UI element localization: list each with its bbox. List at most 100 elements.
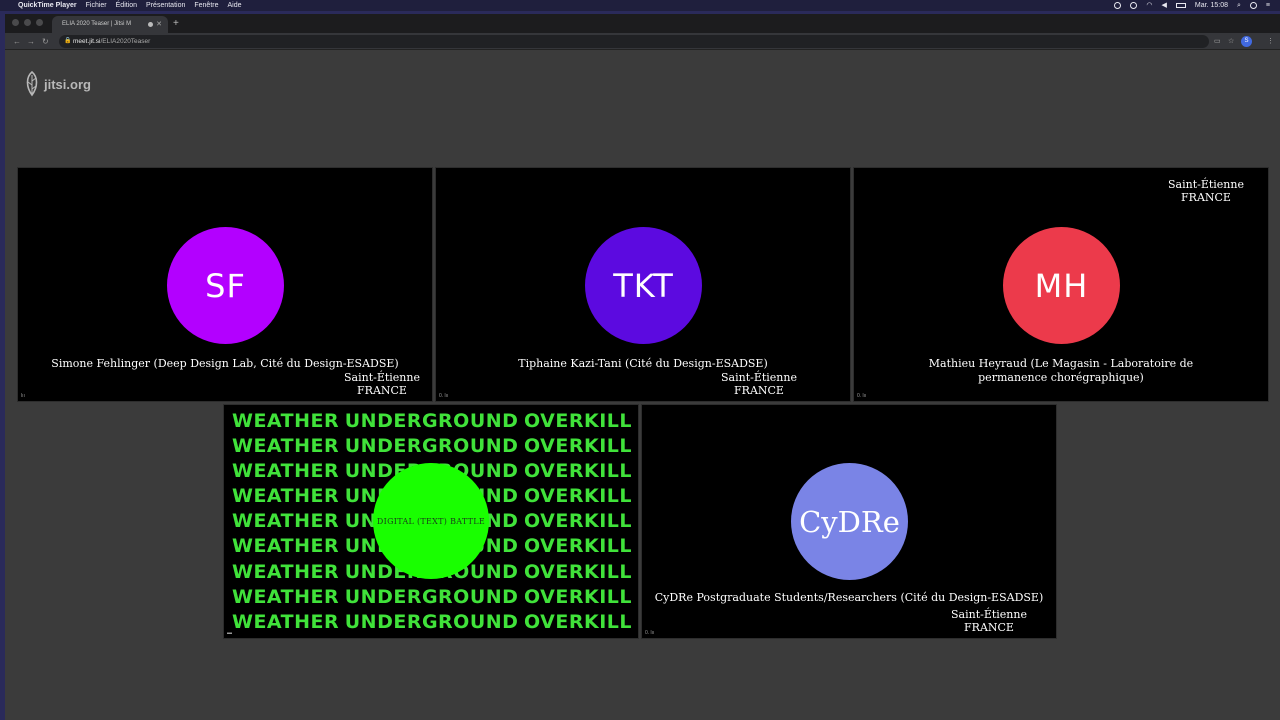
jitsi-meeting-area: jitsi.org SF Simone Fehlinger (Deep Desi…	[5, 51, 1280, 720]
reload-icon[interactable]: ↻	[42, 33, 49, 50]
overlay-label: DIGITAL (TEXT) BATTLE	[376, 516, 486, 526]
weather-word: OVERKILL	[524, 610, 632, 633]
back-icon[interactable]: ←	[13, 33, 21, 50]
battery-icon[interactable]	[1175, 3, 1186, 8]
weather-text-row: WEATHERUNDERGROUNDOVERKILL	[232, 434, 632, 459]
participant-location: Saint-Étienne FRANCE	[344, 371, 420, 397]
location-city: Saint-Étienne	[1168, 178, 1244, 191]
browser-window: ELIA 2020 Teaser | Jitsi M ✕ + ← → ↻ 🔒 m…	[5, 14, 1280, 720]
close-window-icon[interactable]	[12, 19, 19, 26]
menu-clock[interactable]: Mar. 15:08	[1195, 0, 1228, 11]
participant-name: CyDRe Postgraduate Students/Researchers …	[654, 591, 1044, 604]
weather-word: OVERKILL	[524, 410, 632, 432]
control-center-icon[interactable]: ≡	[1266, 0, 1270, 11]
menu-kebab-icon[interactable]: ⋮	[1267, 33, 1274, 50]
weather-text-row: WEATHERUNDERGROUNDOVERKILL	[232, 610, 632, 635]
recording-indicator-icon	[148, 22, 153, 27]
jitsi-logo[interactable]: jitsi.org	[23, 71, 91, 97]
jitsi-logo-text: jitsi.org	[44, 76, 91, 92]
menu-fichier[interactable]: Fichier	[86, 0, 107, 11]
shared-video-tile[interactable]: WEATHER UNDERGROUND OVERKILL WEATHER UNDERGR…	[223, 404, 639, 639]
participant-name: Mathieu Heyraud (Le Magasin - Laboratoir…	[928, 357, 1194, 384]
avatar-cydre: CyDRe	[791, 463, 908, 580]
location-country: FRANCE	[734, 384, 784, 397]
tab-close-icon[interactable]: ✕	[156, 16, 162, 33]
location-country: FRANCE	[964, 621, 1014, 634]
weather-word: UNDERGROUND	[344, 610, 519, 633]
new-tab-icon[interactable]: +	[173, 16, 179, 31]
address-bar[interactable]: 🔒 meet.jit.si/ELIA2020Teaser	[59, 35, 1209, 48]
tab-strip: ELIA 2020 Teaser | Jitsi M ✕ +	[5, 14, 1280, 33]
weather-word: WEATHER	[232, 560, 340, 583]
browser-tab[interactable]: ELIA 2020 Teaser | Jitsi M ✕	[52, 16, 168, 33]
avatar-mh: MH	[1003, 227, 1120, 344]
weather-word: OVERKILL	[524, 460, 632, 483]
display-icon[interactable]	[1130, 2, 1138, 9]
weather-word: UNDERGROUND	[344, 435, 519, 458]
location-city: Saint-Étienne	[344, 371, 420, 384]
url-domain: meet.jit.si	[73, 38, 101, 45]
weather-word: OVERKILL	[524, 585, 632, 608]
url-path: /ELIA2020Teaser	[100, 38, 151, 45]
participant-name: Tiphaine Kazi-Tani (Cité du Design-ESADS…	[518, 357, 768, 370]
participant-tile-mh[interactable]: Saint-Étienne FRANCE MH Mathieu Heyraud …	[853, 167, 1269, 402]
weather-text-row: WEATHERUNDERGROUNDOVERKILL	[232, 409, 632, 434]
window-controls	[12, 19, 43, 26]
browser-toolbar: ← → ↻ 🔒 meet.jit.si/ELIA2020Teaser ▭ ☆ S…	[5, 33, 1280, 50]
wifi-icon[interactable]: ◠	[1146, 0, 1152, 11]
tab-title: ELIA 2020 Teaser | Jitsi M	[62, 21, 132, 27]
weather-word: UNDERGROUND	[344, 585, 519, 608]
menu-status-area: ◠ ◀ Mar. 15:08 ⌕ ≡	[1114, 0, 1270, 11]
cast-icon[interactable]: ▭	[1214, 33, 1221, 50]
menu-fenetre[interactable]: Fenêtre	[194, 0, 218, 11]
weather-word: WEATHER	[232, 610, 340, 633]
record-icon[interactable]	[1114, 2, 1122, 9]
weather-word: OVERKILL	[524, 485, 632, 508]
weather-word: WEATHER	[232, 435, 340, 458]
weather-word: OVERKILL	[524, 510, 632, 533]
menu-aide[interactable]: Aide	[227, 0, 241, 11]
location-country: FRANCE	[1181, 191, 1231, 204]
participant-tile-tkt[interactable]: TKT Tiphaine Kazi-Tani (Cité du Design-E…	[435, 167, 851, 402]
menu-app-name[interactable]: QuickTime Player	[18, 0, 77, 11]
weather-word: WEATHER	[232, 485, 340, 508]
weather-word: OVERKILL	[524, 560, 632, 583]
jitsi-leaf-icon	[26, 71, 38, 97]
participant-tile-cydre[interactable]: CyDRe CyDRe Postgraduate Students/Resear…	[641, 404, 1057, 639]
bookmark-star-icon[interactable]: ☆	[1228, 33, 1234, 50]
lock-icon[interactable]: 🔒	[64, 35, 71, 48]
connection-indicator-icon[interactable]: 0. lıı	[857, 393, 866, 399]
avatar-tkt: TKT	[585, 227, 702, 344]
macos-menu-bar: QuickTime Player Fichier Édition Présent…	[0, 0, 1280, 11]
volume-icon[interactable]: ◀	[1162, 0, 1167, 11]
weather-word: WEATHER	[232, 410, 340, 432]
weather-word: WEATHER	[232, 460, 340, 483]
menu-edition[interactable]: Édition	[116, 0, 137, 11]
weather-text-row: WEATHERUNDERGROUNDOVERKILL	[232, 585, 632, 610]
location-city: Saint-Étienne	[721, 371, 797, 384]
avatar-sf: SF	[167, 227, 284, 344]
weather-word: WEATHER	[232, 585, 340, 608]
location-city: Saint-Étienne	[951, 608, 1027, 621]
profile-avatar[interactable]: S	[1241, 36, 1252, 47]
participant-name: Simone Fehlinger (Deep Design Lab, Cité …	[51, 357, 399, 370]
minimize-window-icon[interactable]	[24, 19, 31, 26]
participant-tile-sf[interactable]: SF Simone Fehlinger (Deep Design Lab, Ci…	[17, 167, 433, 402]
connection-indicator-icon[interactable]: lıı	[21, 393, 25, 399]
participant-location: Saint-Étienne FRANCE	[721, 371, 797, 397]
menu-presentation[interactable]: Présentation	[146, 0, 185, 11]
forward-icon[interactable]: →	[27, 33, 35, 50]
participant-location: Saint-Étienne FRANCE	[1168, 178, 1244, 204]
connection-indicator-icon[interactable]: 0. lıı	[439, 393, 448, 399]
weather-word: WEATHER	[232, 535, 340, 558]
digital-battle-overlay: DIGITAL (TEXT) BATTLE	[373, 463, 489, 579]
user-icon[interactable]	[1249, 2, 1257, 9]
weather-word: UNDERGROUND	[344, 410, 519, 432]
weather-word: WEATHER	[232, 510, 340, 533]
connection-indicator-icon[interactable]: ▬	[227, 630, 232, 636]
connection-indicator-icon[interactable]: 0. lıı	[645, 630, 654, 636]
search-icon[interactable]: ⌕	[1237, 0, 1241, 11]
location-country: FRANCE	[357, 384, 407, 397]
zoom-window-icon[interactable]	[36, 19, 43, 26]
weather-word: OVERKILL	[524, 435, 632, 458]
